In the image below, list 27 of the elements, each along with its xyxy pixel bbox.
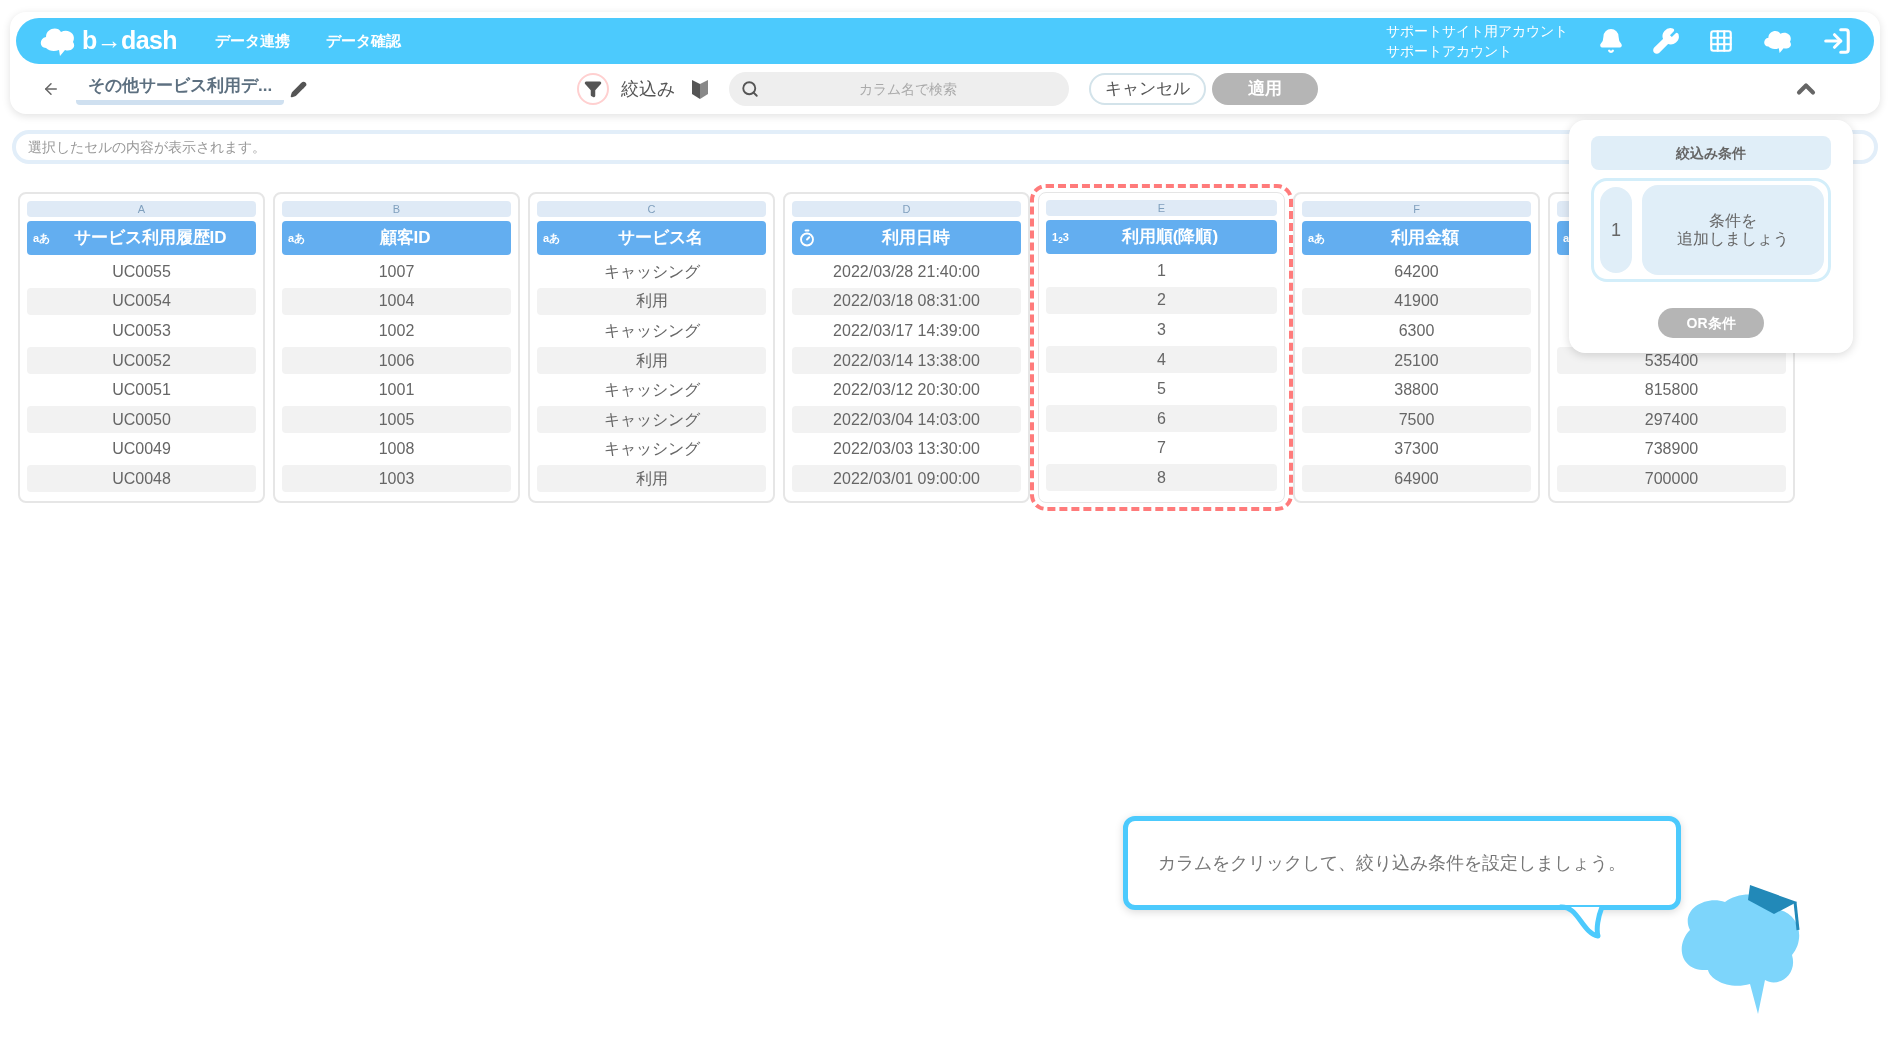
type-label: aあ [1308, 232, 1326, 244]
column-letter: F [1413, 203, 1420, 215]
account-name: サポートアカウント [1386, 42, 1513, 61]
column-letter: C [647, 203, 656, 215]
type-label: 1$_{2}$3 [1052, 231, 1069, 243]
condition-index: 1 [1598, 185, 1634, 275]
column-header-label: サービス利用履歴ID [73, 227, 227, 250]
type-label: aあ [33, 232, 51, 244]
column-letter: E [1157, 202, 1166, 214]
account-name: サポートサイト用アカウント [1386, 22, 1568, 41]
condition-hint-line: 追加しましょう [1677, 230, 1789, 248]
column-letter: B [392, 203, 401, 215]
hint-text: カラムをクリックして、絞り込み条件を設定しましょう。 [1158, 851, 1626, 875]
column-header-label: 利用日時 [881, 227, 950, 250]
column-letter: A [137, 203, 146, 215]
column-header-label: サービス名 [617, 227, 703, 250]
condition-hint-line: 条件を [1709, 212, 1757, 230]
type-label: a [1563, 232, 1570, 244]
column-header-label: 顧客ID [379, 227, 431, 250]
panel-title: 絞込み条件 [1676, 143, 1746, 163]
column-header-label: 利用金額 [1391, 227, 1460, 250]
column-letter: D [902, 203, 911, 215]
logo-text: b→dash [82, 25, 177, 57]
type-label: aあ [543, 232, 561, 244]
column-header-label: 利用順(降順) [1121, 226, 1219, 249]
type-label: aあ [288, 232, 306, 244]
filter-label: 絞込み [621, 77, 676, 101]
